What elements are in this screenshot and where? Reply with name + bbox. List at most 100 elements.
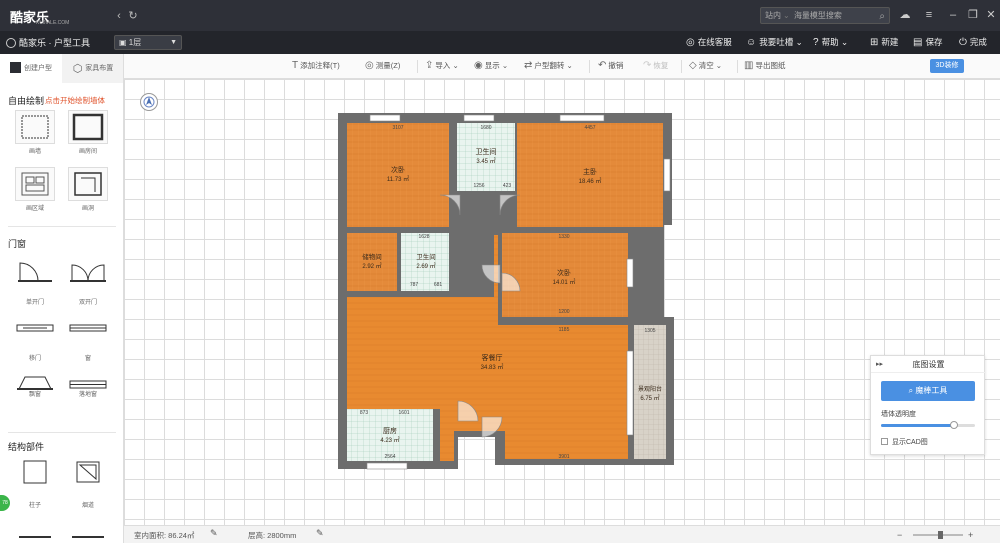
tab-create-floorplan[interactable]: 创建户型	[0, 54, 62, 83]
help-button[interactable]: ? 帮助 ⌄	[813, 36, 848, 48]
section-structure: 结构部件	[8, 442, 45, 452]
tool-double-door[interactable]	[68, 253, 108, 287]
room-label: 厨房	[383, 426, 397, 435]
room-area: 14.01 ㎡	[553, 278, 576, 286]
measure-button[interactable]: ◎ 测量(Z)	[365, 60, 400, 71]
import-button[interactable]: ⇪ 导入 ⌄	[425, 60, 459, 71]
divider	[8, 432, 116, 433]
cube-icon: ⬡	[72, 63, 83, 75]
room-floor	[457, 123, 515, 191]
tool-pipe[interactable]	[68, 519, 108, 543]
edit-height-icon[interactable]: ✎	[316, 528, 324, 539]
sliding-door-icon	[16, 324, 54, 332]
dimension-label: 873	[360, 410, 369, 416]
tool-beam[interactable]	[15, 519, 55, 543]
tool-window[interactable]	[68, 311, 108, 345]
minimize-icon[interactable]: –	[946, 8, 960, 22]
section-free-draw: 自由绘制	[8, 96, 45, 106]
tool-label: 烟道	[81, 503, 94, 509]
tool-flue[interactable]	[68, 456, 108, 490]
search-scope[interactable]: 站内	[765, 11, 781, 20]
room-area: 2.92 ㎡	[362, 262, 381, 270]
menu-icon[interactable]: ≡	[922, 8, 936, 22]
search-input[interactable]: 站内 ⌄ 海量模型搜索 ⌕	[760, 7, 890, 24]
dimension-label: 3901	[558, 454, 569, 460]
floor-icon: ▣	[119, 38, 129, 47]
refresh-icon[interactable]: ↻	[126, 9, 140, 23]
dimension-label: 3107	[392, 125, 403, 131]
draw-region-icon	[21, 172, 49, 196]
app-bar: 酷家乐 · 户型工具 ▣ 1层 ▼ ◎ 在线客服 ☺ 我要吐槽 ⌄ ? 帮助 ⌄ ⊞ 新建…	[0, 31, 1000, 54]
room-area: 4.23 ㎡	[380, 436, 399, 444]
dimension-label: 4457	[584, 125, 595, 131]
undo-icon: ↶	[598, 60, 607, 71]
online-service-button[interactable]: ◎ 在线客服	[686, 36, 732, 48]
back-icon[interactable]: ‹	[112, 9, 126, 23]
zoom-out-button[interactable]: −	[897, 530, 902, 540]
left-panel-tabs: 创建户型 ⬡ 家具布置	[0, 54, 123, 83]
show-cad-checkbox[interactable]: 显示CAD图	[881, 437, 928, 447]
room-area: 2.69 ㎡	[416, 262, 435, 270]
floorplan-canvas[interactable]: 次卧 11.73 ㎡ 卫生间 3.45 ㎡ 主卧 18.46 ㎡ 储物间 2.9…	[124, 79, 1000, 525]
new-button[interactable]: ⊞ 新建	[870, 36, 898, 48]
edit-area-icon[interactable]: ✎	[210, 528, 218, 539]
dimension-label: 1200	[558, 309, 569, 315]
room-area: 6.75 ㎡	[640, 394, 659, 402]
window-icon	[69, 324, 107, 332]
save-icon: ▤	[913, 37, 923, 48]
window	[366, 462, 408, 470]
divider	[737, 60, 738, 73]
export-drawing-button[interactable]: ▥ 导出图纸	[744, 60, 785, 71]
tool-column[interactable]	[15, 456, 55, 490]
undo-button[interactable]: ↶ 撤销	[598, 60, 623, 71]
tool-draw-hole[interactable]	[68, 167, 108, 201]
floorplan-drawing: 次卧 11.73 ㎡ 卫生间 3.45 ㎡ 主卧 18.46 ㎡ 储物间 2.9…	[338, 113, 674, 470]
collapse-icon[interactable]: ▸▸	[876, 360, 883, 368]
draw-wall-hint[interactable]: 点击开始绘制墙体	[45, 95, 105, 106]
window	[463, 114, 495, 122]
panel-title: 底图设置	[871, 356, 986, 373]
dimension-label: 1330	[558, 234, 569, 240]
eraser-icon: ◇	[689, 60, 697, 71]
room-area: 18.46 ㎡	[579, 177, 602, 185]
tool-sliding-door[interactable]	[15, 311, 55, 345]
3d-decorate-button[interactable]: 3D装修	[930, 59, 964, 73]
save-button[interactable]: ▤ 保存	[913, 36, 942, 48]
divider	[589, 60, 590, 73]
room-label: 次卧	[557, 268, 571, 277]
zoom-slider-handle[interactable]	[938, 531, 943, 539]
dimension-label: 1680	[480, 125, 491, 131]
tool-draw-room[interactable]	[68, 110, 108, 144]
floor-select[interactable]: ▣ 1层 ▼	[114, 35, 182, 50]
display-button[interactable]: ◉ 显示 ⌄	[474, 60, 508, 71]
add-annotation-button[interactable]: T 添加注释(T)	[292, 60, 340, 71]
flip-button[interactable]: ⇄ 户型翻转 ⌄	[524, 60, 573, 71]
tool-draw-wall[interactable]	[15, 110, 55, 144]
feedback-button[interactable]: ☺ 我要吐槽 ⌄	[746, 36, 803, 48]
search-icon[interactable]: ⌕	[879, 9, 885, 24]
tool-label: 单开门	[25, 300, 44, 306]
close-icon[interactable]: ✕	[984, 8, 998, 22]
done-button[interactable]: ⏻ 完成	[959, 36, 987, 48]
window	[369, 114, 401, 122]
tool-draw-region[interactable]	[15, 167, 55, 201]
room-label: 次卧	[391, 165, 405, 174]
redo-button[interactable]: ↷ 恢复	[643, 60, 668, 71]
window	[626, 258, 634, 288]
tool-single-door[interactable]	[15, 253, 55, 287]
room-label: 卫生间	[416, 252, 436, 261]
room-floor	[347, 233, 397, 291]
clear-button[interactable]: ◇ 清空 ⌄	[689, 60, 722, 71]
beam-icon	[19, 536, 51, 538]
restore-icon[interactable]: ❐	[966, 8, 980, 22]
floorplan-icon	[10, 62, 21, 73]
dimension-label: 1185	[559, 327, 570, 333]
zoom-in-button[interactable]: +	[968, 530, 973, 540]
magic-wand-button[interactable]: ⌕ 魔棒工具	[881, 381, 975, 401]
column-icon	[23, 460, 47, 484]
tab-furniture[interactable]: ⬡ 家具布置	[62, 54, 123, 83]
cloud-icon[interactable]: ☁	[898, 8, 912, 22]
divider	[417, 60, 418, 73]
opacity-slider[interactable]	[881, 421, 975, 429]
opacity-slider-handle[interactable]	[950, 421, 959, 429]
